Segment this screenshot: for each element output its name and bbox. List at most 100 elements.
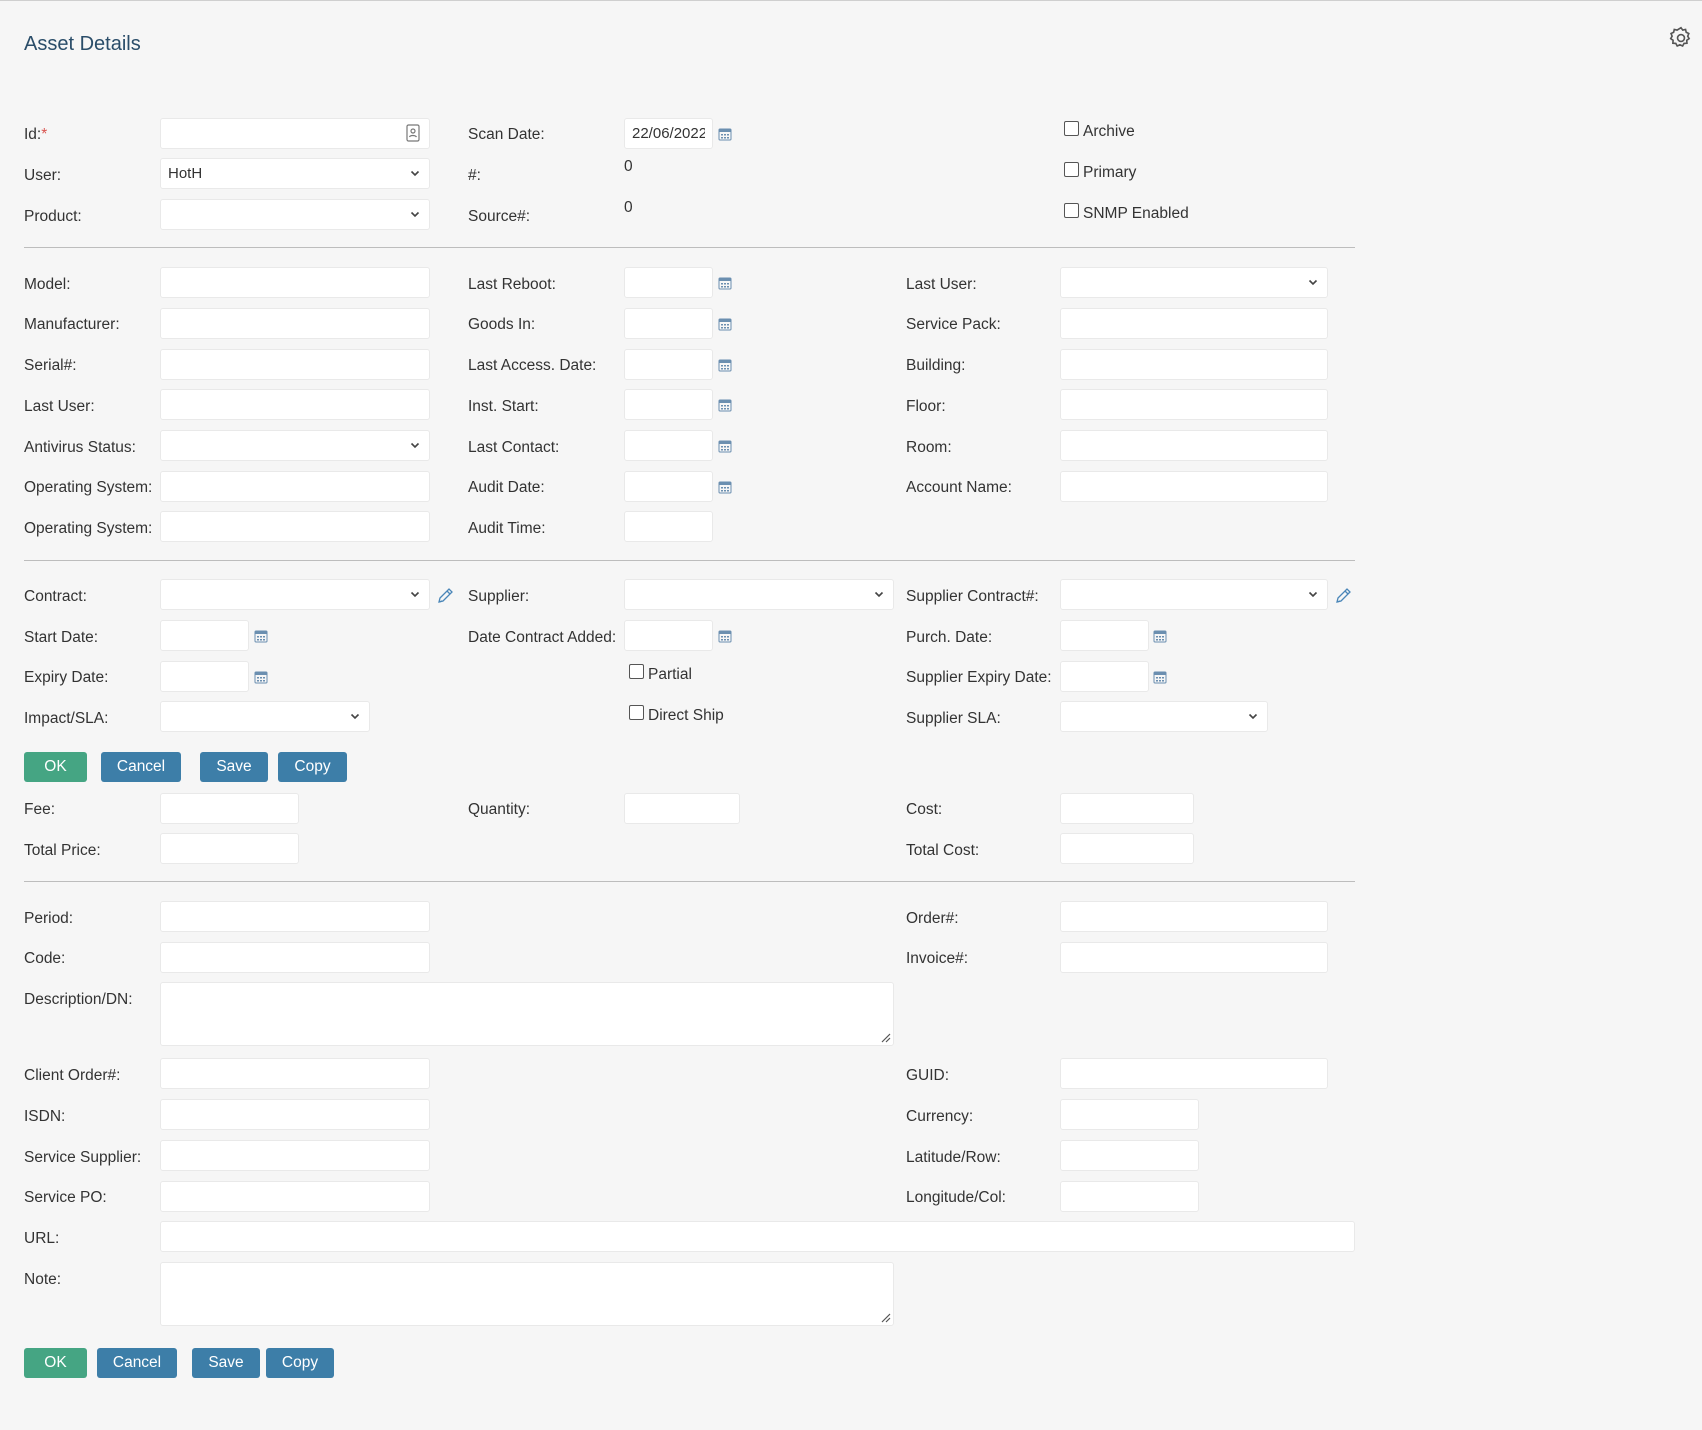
operating-system-input-2[interactable] (160, 511, 430, 542)
start-date-input[interactable] (160, 620, 249, 651)
hash-label: #: (468, 167, 481, 184)
quantity-input[interactable] (624, 793, 740, 824)
last-user-input[interactable] (160, 389, 430, 420)
ok-button[interactable]: OK (24, 752, 87, 782)
id-input[interactable] (160, 118, 430, 149)
section-divider (24, 560, 1355, 561)
url-input[interactable] (160, 1221, 1355, 1252)
account-name-input[interactable] (1060, 471, 1328, 502)
floor-input[interactable] (1060, 389, 1328, 420)
calendar-icon[interactable] (1153, 670, 1167, 684)
calendar-icon[interactable] (254, 670, 268, 684)
save-button-bottom[interactable]: Save (192, 1348, 260, 1378)
save-button[interactable]: Save (200, 752, 268, 782)
note-textarea[interactable] (160, 1262, 894, 1326)
pencil-icon[interactable] (436, 587, 454, 605)
cancel-button-bottom[interactable]: Cancel (97, 1348, 177, 1378)
invoice-input[interactable] (1060, 942, 1328, 973)
snmp-enabled-label: SNMP Enabled (1083, 205, 1189, 222)
supplier-contract-select[interactable] (1060, 579, 1328, 610)
resize-grip-icon[interactable] (881, 1313, 891, 1323)
model-input[interactable] (160, 267, 430, 298)
calendar-icon[interactable] (718, 398, 732, 412)
calendar-icon[interactable] (718, 127, 732, 141)
currency-input[interactable] (1060, 1099, 1199, 1130)
order-input[interactable] (1060, 901, 1328, 932)
fee-input[interactable] (160, 793, 299, 824)
calendar-icon[interactable] (1153, 629, 1167, 643)
date-contract-added-input[interactable] (624, 620, 713, 651)
last-reboot-input[interactable] (624, 267, 713, 298)
id-card-icon[interactable] (406, 124, 420, 142)
calendar-icon[interactable] (718, 276, 732, 290)
copy-button-bottom[interactable]: Copy (266, 1348, 334, 1378)
product-label: Product: (24, 208, 82, 225)
antivirus-status-label: Antivirus Status: (24, 439, 136, 456)
resize-grip-icon[interactable] (881, 1033, 891, 1043)
copy-button[interactable]: Copy (278, 752, 347, 782)
goods-in-input[interactable] (624, 308, 713, 339)
total-cost-input[interactable] (1060, 833, 1194, 864)
calendar-icon[interactable] (254, 629, 268, 643)
calendar-icon[interactable] (718, 358, 732, 372)
user-label: User: (24, 167, 62, 184)
partial-label: Partial (648, 666, 692, 683)
serial-input[interactable] (160, 349, 430, 380)
service-pack-input[interactable] (1060, 308, 1328, 339)
serial-label: Serial#: (24, 357, 77, 374)
longitude-input[interactable] (1060, 1181, 1199, 1212)
gear-icon[interactable] (1668, 25, 1694, 51)
service-po-input[interactable] (160, 1181, 430, 1212)
description-textarea[interactable] (160, 982, 894, 1046)
client-order-input[interactable] (160, 1058, 430, 1089)
supplier-sla-label: Supplier SLA: (906, 710, 1001, 727)
calendar-icon[interactable] (718, 480, 732, 494)
total-price-input[interactable] (160, 833, 299, 864)
partial-checkbox[interactable] (629, 664, 644, 679)
user-select-value: HotH (168, 165, 203, 182)
manufacturer-input[interactable] (160, 308, 430, 339)
last-user-select[interactable] (1060, 267, 1328, 298)
cancel-button[interactable]: Cancel (101, 752, 181, 782)
ok-button-bottom[interactable]: OK (24, 1348, 87, 1378)
antivirus-status-select[interactable] (160, 430, 430, 461)
room-input[interactable] (1060, 430, 1328, 461)
order-label: Order#: (906, 910, 959, 927)
impact-sla-select[interactable] (160, 701, 370, 732)
primary-checkbox[interactable] (1064, 162, 1079, 177)
guid-input[interactable] (1060, 1058, 1328, 1089)
code-input[interactable] (160, 942, 430, 973)
contract-select[interactable] (160, 579, 430, 610)
service-supplier-input[interactable] (160, 1140, 430, 1171)
snmp-enabled-checkbox[interactable] (1064, 203, 1079, 218)
latitude-input[interactable] (1060, 1140, 1199, 1171)
supplier-expiry-date-input[interactable] (1060, 661, 1149, 692)
operating-system-input[interactable] (160, 471, 430, 502)
supplier-select[interactable] (624, 579, 894, 610)
calendar-icon[interactable] (718, 629, 732, 643)
inst-start-input[interactable] (624, 389, 713, 420)
scan-date-input[interactable] (624, 118, 713, 149)
code-label: Code: (24, 950, 66, 967)
direct-ship-checkbox[interactable] (629, 705, 644, 720)
last-contact-input[interactable] (624, 430, 713, 461)
inst-start-label: Inst. Start: (468, 398, 539, 415)
cost-input[interactable] (1060, 793, 1194, 824)
archive-checkbox[interactable] (1064, 121, 1079, 136)
purch-date-input[interactable] (1060, 620, 1149, 651)
source-value: 0 (624, 199, 633, 216)
calendar-icon[interactable] (718, 317, 732, 331)
building-input[interactable] (1060, 349, 1328, 380)
calendar-icon[interactable] (718, 439, 732, 453)
isdn-input[interactable] (160, 1099, 430, 1130)
audit-time-input[interactable] (624, 511, 713, 542)
product-select[interactable] (160, 199, 430, 230)
audit-date-input[interactable] (624, 471, 713, 502)
user-select[interactable]: HotH (160, 158, 430, 189)
pencil-icon[interactable] (1334, 587, 1352, 605)
period-input[interactable] (160, 901, 430, 932)
note-label: Note: (24, 1271, 62, 1288)
expiry-date-input[interactable] (160, 661, 249, 692)
last-access-date-input[interactable] (624, 349, 713, 380)
supplier-sla-select[interactable] (1060, 701, 1268, 732)
